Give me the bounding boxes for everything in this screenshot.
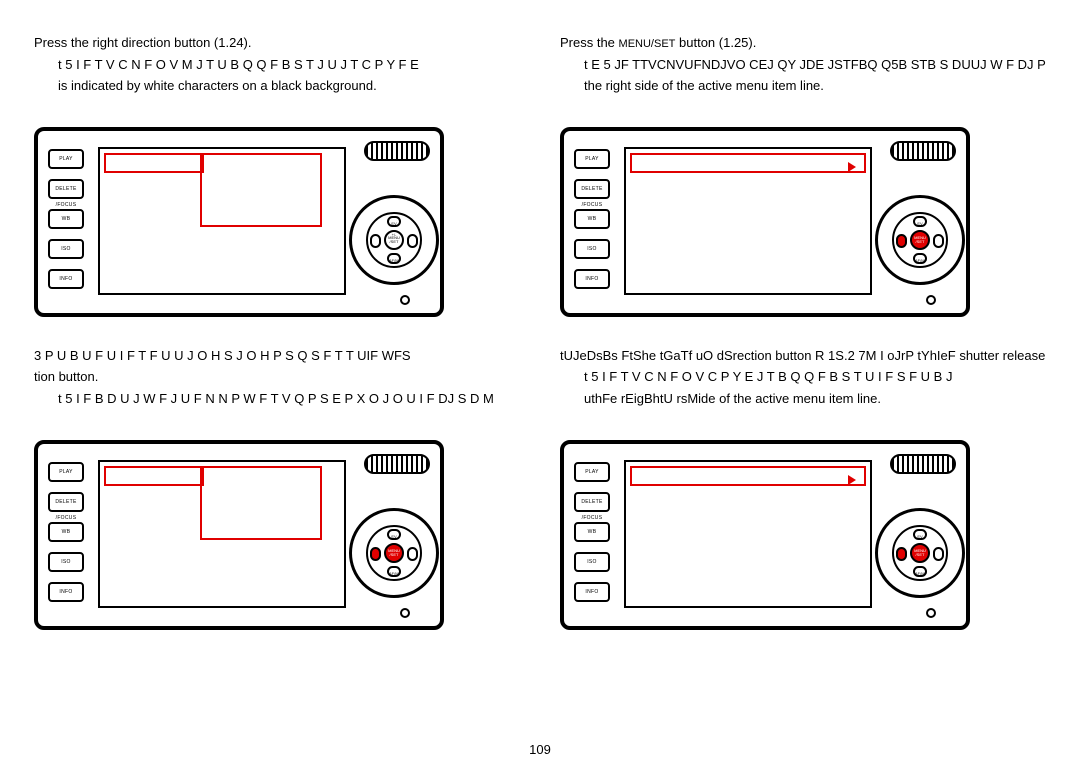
wb-button: WB: [48, 522, 84, 542]
indicator-led: [400, 295, 410, 305]
lcd-screen: [98, 460, 346, 608]
info-button: INFO: [48, 582, 84, 602]
direction-pad: EV +/- AF/MF MENU /SET: [892, 212, 948, 268]
direction-pad: EV +/- AF/MF MENU /SET: [366, 212, 422, 268]
delete-focus-button: DELETE /FOCUS: [574, 492, 610, 512]
pad-right: [933, 234, 944, 248]
indicator-led: [926, 608, 936, 618]
mid-right-l2: 5 I F T V C N F O V C P Y E J T B Q Q F …: [560, 368, 1046, 386]
wb-button: WB: [574, 209, 610, 229]
top-right-l2: E 5 JF TTVCNVUFNDJVO CEJ QY JDE JSTFBQ Q…: [560, 56, 1046, 74]
mid-right-l1: tUJeDsBs FtShe tGaTf uO dSrection button…: [560, 347, 1046, 365]
highlight-submenu: [200, 153, 322, 227]
mid-left-l3: 5 I F B D U J W F J U F N N P W F T V Q …: [34, 390, 520, 408]
top-right-l1: Press the MENU/SET button (1.25).: [560, 34, 1046, 52]
camera-panel-4: PLAY DELETE /FOCUS WB ISO INFO EV +/- AF…: [560, 430, 1046, 630]
speaker-grill: [890, 141, 956, 161]
camera-panel-1: PLAY DELETE /FOCUS WB ISO INFO EV +/- AF…: [34, 117, 520, 317]
top-left-l3: is indicated by white characters on a bl…: [34, 77, 520, 95]
highlight-submenu: [200, 466, 322, 540]
iso-button: ISO: [48, 552, 84, 572]
lcd-screen: [624, 147, 872, 295]
setting-ring: EV +/- AF/MF MENU /SET: [349, 195, 439, 285]
pad-up: EV +/-: [387, 216, 401, 227]
iso-button: ISO: [574, 552, 610, 572]
iso-button: ISO: [574, 239, 610, 259]
chevron-right-icon: [848, 475, 856, 485]
chevron-right-icon: [848, 162, 856, 172]
play-button: PLAY: [48, 149, 84, 169]
info-button: INFO: [48, 269, 84, 289]
pad-left: [896, 234, 907, 248]
camera-panel-2: PLAY DELETE /FOCUS WB ISO INFO EV +/- AF…: [560, 117, 1046, 317]
lcd-screen: [624, 460, 872, 608]
pad-up: EV +/-: [913, 216, 927, 227]
camera-panel-3: PLAY DELETE /FOCUS WB ISO INFO EV +/- AF…: [34, 430, 520, 630]
pad-up: EV +/-: [387, 529, 401, 540]
pad-left: [896, 547, 907, 561]
pad-down: AF/MF: [387, 253, 401, 264]
direction-pad: EV +/- AF/MF MENU /SET: [366, 525, 422, 581]
delete-focus-button: DELETE /FOCUS: [48, 492, 84, 512]
highlight-row: [630, 466, 866, 486]
wb-button: WB: [48, 209, 84, 229]
top-left-l1: Press the right direction button (1.24).: [34, 34, 520, 52]
setting-ring: EV +/- AF/MF MENU /SET: [875, 508, 965, 598]
highlight-label: [104, 466, 204, 486]
info-button: INFO: [574, 269, 610, 289]
setting-ring: EV +/- AF/MF MENU /SET: [875, 195, 965, 285]
speaker-grill: [890, 454, 956, 474]
play-button: PLAY: [574, 149, 610, 169]
pad-left: [370, 547, 381, 561]
play-button: PLAY: [48, 462, 84, 482]
menu-set-button: MENU /SET: [910, 230, 930, 250]
delete-focus-button: DELETE /FOCUS: [574, 179, 610, 199]
speaker-grill: [364, 454, 430, 474]
pad-right: [933, 547, 944, 561]
direction-pad: EV +/- AF/MF MENU /SET: [892, 525, 948, 581]
indicator-led: [400, 608, 410, 618]
pad-right: [407, 547, 418, 561]
top-left-l2: 5 I F T V C N F O V M J T U B Q Q F B S …: [34, 56, 520, 74]
pad-down: AF/MF: [913, 566, 927, 577]
pad-right: [407, 234, 418, 248]
pad-up: EV +/-: [913, 529, 927, 540]
speaker-grill: [364, 141, 430, 161]
wb-button: WB: [574, 522, 610, 542]
mid-left-l2: tion button.: [34, 368, 520, 386]
play-button: PLAY: [574, 462, 610, 482]
highlight-row: [630, 153, 866, 173]
pad-down: AF/MF: [387, 566, 401, 577]
indicator-led: [926, 295, 936, 305]
lcd-screen: [98, 147, 346, 295]
mid-right-l3: uthFe rEigBhtU rsMide of the active menu…: [560, 390, 1046, 408]
info-button: INFO: [574, 582, 610, 602]
highlight-label: [104, 153, 204, 173]
menu-set-button: MENU /SET: [384, 543, 404, 563]
menu-set-button: MENU /SET: [384, 230, 404, 250]
delete-focus-button: DELETE /FOCUS: [48, 179, 84, 199]
setting-ring: EV +/- AF/MF MENU /SET: [349, 508, 439, 598]
pad-down: AF/MF: [913, 253, 927, 264]
iso-button: ISO: [48, 239, 84, 259]
mid-left-l1: 3 P U B U F U I F T F U U J O H S J O H …: [34, 347, 520, 365]
page-number: 109: [0, 742, 1080, 757]
top-right-l3: the right side of the active menu item l…: [560, 77, 1046, 95]
pad-left: [370, 234, 381, 248]
menu-set-button: MENU /SET: [910, 543, 930, 563]
